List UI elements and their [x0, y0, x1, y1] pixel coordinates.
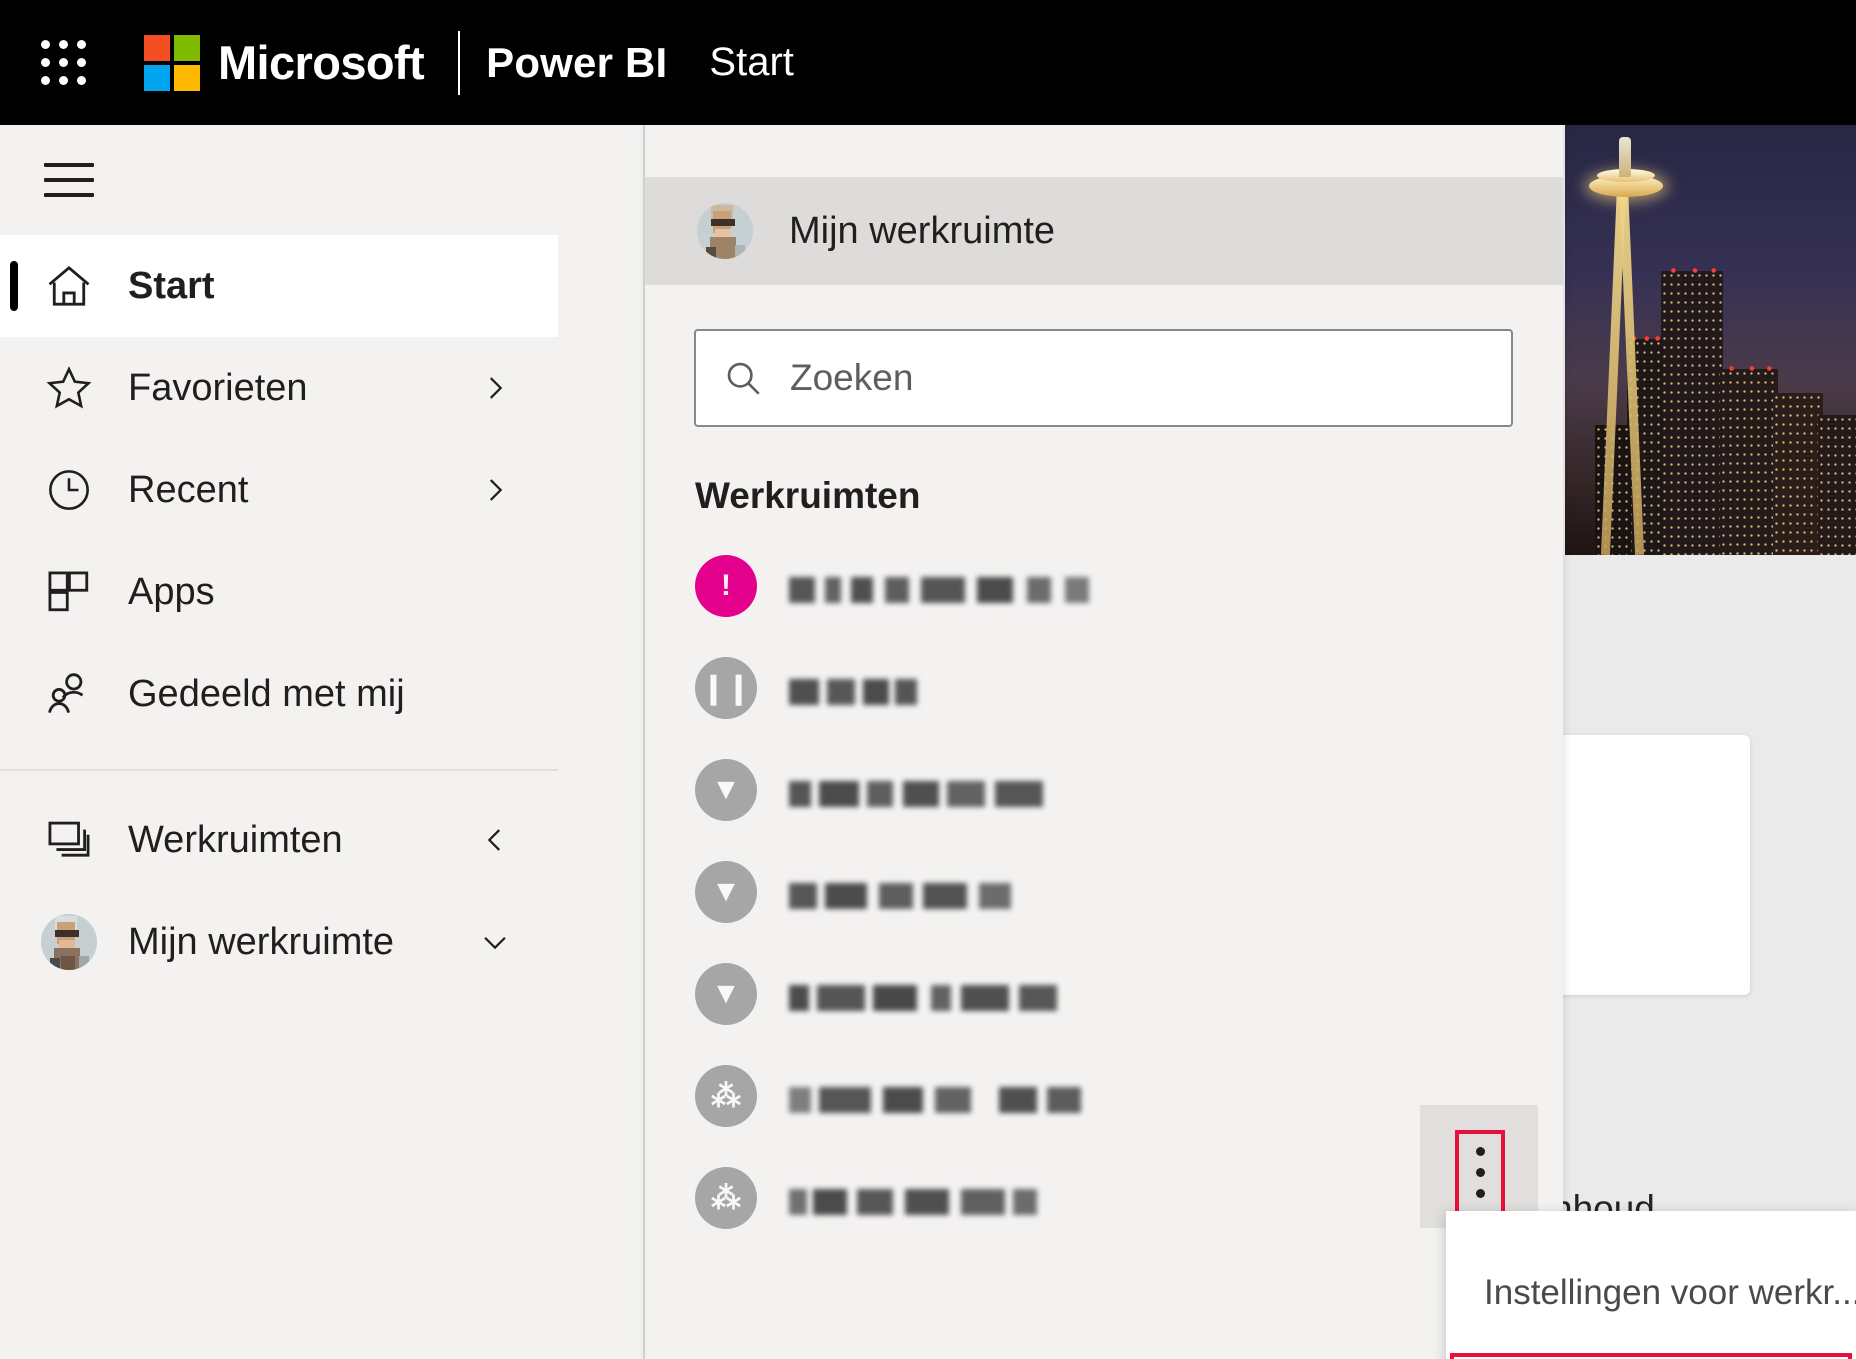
- workspace-name-redacted: [789, 673, 917, 707]
- avatar: [697, 203, 753, 259]
- workspace-name-redacted: [789, 571, 1089, 605]
- workspace-name-redacted: [789, 775, 1043, 809]
- workspace-name-redacted: [789, 1081, 1081, 1115]
- hamburger-menu-icon[interactable]: [0, 125, 558, 235]
- workspace-icon: ▼: [695, 759, 757, 821]
- menu-item-instellingen-voor-werkruimte[interactable]: Instellingen voor werkr...: [1446, 1243, 1856, 1343]
- workspace-icon: ⁂: [695, 1065, 757, 1127]
- workspace-icon: ▼: [695, 861, 757, 923]
- list-item[interactable]: ❙❙: [645, 637, 1563, 739]
- chevron-left-icon[interactable]: [478, 823, 512, 857]
- apps-grid-icon: [40, 566, 98, 618]
- workspace-icon-glyph: ⁂: [711, 1079, 741, 1113]
- workspace-name-redacted: [789, 1183, 1037, 1217]
- workspace-icon: ❙❙: [695, 657, 757, 719]
- sidebar-item-mijn-werkruimte[interactable]: Mijn werkruimte: [0, 891, 558, 993]
- power-bi-app-window: Microsoft Power BI Start nhoud Start Fav…: [0, 0, 1856, 1359]
- user-avatar-icon: [40, 914, 98, 970]
- sidebar-item-label: Gedeeld met mij: [128, 672, 405, 715]
- flyout-search-area: Zoeken: [645, 285, 1563, 427]
- sidebar-item-label: Apps: [128, 570, 215, 613]
- home-icon: [40, 260, 98, 312]
- search-input[interactable]: Zoeken: [694, 329, 1513, 427]
- workspace-icon: ⁂: [695, 1167, 757, 1229]
- workspaces-stack-icon: [40, 814, 98, 866]
- app-launcher-waffle-icon[interactable]: [36, 35, 92, 91]
- workspace-icon-glyph: ⁂: [711, 1181, 741, 1215]
- list-item[interactable]: !: [645, 535, 1563, 637]
- workspace-icon: !: [695, 555, 757, 617]
- workspace-name-redacted: [789, 877, 1011, 911]
- clock-icon: [40, 464, 98, 516]
- sidebar-item-label: Favorieten: [128, 366, 308, 409]
- search-placeholder: Zoeken: [790, 357, 914, 398]
- topbar-divider: [458, 30, 461, 95]
- workspace-icon-glyph: ▼: [711, 875, 741, 908]
- microsoft-logo-icon: [144, 34, 200, 91]
- sidebar-item-gedeeld-met-mij[interactable]: Gedeeld met mij: [0, 643, 558, 745]
- left-navigation-sidebar: Start Favorieten Recent Apps Gedeeld met…: [0, 125, 558, 1359]
- flyout-header-mijn-werkruimte[interactable]: Mijn werkruimte: [645, 177, 1563, 285]
- list-item[interactable]: ▼: [645, 739, 1563, 841]
- flyout-header-label: Mijn werkruimte: [789, 209, 1056, 252]
- sidebar-item-recent[interactable]: Recent: [0, 439, 558, 541]
- chevron-down-icon[interactable]: [478, 925, 512, 959]
- list-item[interactable]: ▼: [645, 841, 1563, 943]
- top-navigation-bar: Microsoft Power BI Start: [0, 0, 1856, 125]
- sidebar-item-label: Start: [128, 264, 215, 307]
- chevron-right-icon[interactable]: [478, 473, 512, 507]
- workspace-icon-glyph: ▼: [711, 977, 741, 1010]
- sidebar-item-apps[interactable]: Apps: [0, 541, 558, 643]
- workspaces-section-heading: Werkruimten: [695, 475, 921, 516]
- space-needle-icon: [1583, 125, 1669, 555]
- star-icon: [40, 362, 98, 414]
- avatar: [41, 914, 97, 970]
- power-bi-product-name[interactable]: Power BI: [486, 39, 667, 87]
- sidebar-item-werkruimten[interactable]: Werkruimten: [0, 789, 558, 891]
- sidebar-item-start[interactable]: Start: [0, 235, 558, 337]
- search-icon: [722, 357, 764, 399]
- selected-indicator-bar: [10, 261, 18, 311]
- sidebar-item-label: Werkruimten: [128, 818, 343, 861]
- sidebar-item-favorieten[interactable]: Favorieten: [0, 337, 558, 439]
- sidebar-item-label: Recent: [128, 468, 249, 511]
- seattle-skyline-banner: [1565, 125, 1856, 555]
- workspace-context-menu: Instellingen voor werkr... Toegang tot w…: [1446, 1211, 1856, 1359]
- workspace-icon: ▼: [695, 963, 757, 1025]
- list-item[interactable]: ▼: [645, 943, 1563, 1045]
- microsoft-brand-text: Microsoft: [218, 36, 425, 89]
- page-body: B nhoud Start: [0, 125, 1856, 1359]
- topbar-page-title: Start: [709, 40, 794, 84]
- people-icon: [40, 668, 98, 720]
- workspace-name-redacted: [789, 979, 1057, 1013]
- menu-item-toegang-tot-werkruimte[interactable]: Toegang tot werkruimte: [1450, 1353, 1852, 1359]
- workspace-icon-glyph: ▼: [711, 773, 741, 806]
- chevron-right-icon[interactable]: [478, 371, 512, 405]
- sidebar-item-label: Mijn werkruimte: [128, 920, 395, 963]
- more-options-kebab-icon[interactable]: [1455, 1130, 1505, 1215]
- workspace-icon-glyph: ❙❙: [700, 671, 752, 705]
- workspace-icon-glyph: !: [721, 569, 731, 602]
- content-card[interactable]: [1538, 735, 1750, 995]
